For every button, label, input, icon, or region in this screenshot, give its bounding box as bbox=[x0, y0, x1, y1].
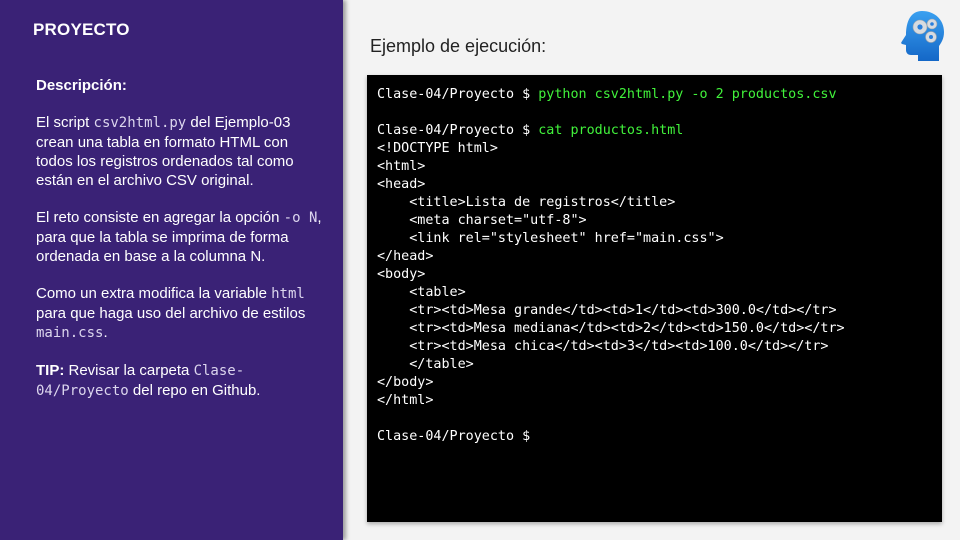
terminal-line: <body> bbox=[377, 266, 845, 284]
terminal-text: </body> bbox=[377, 375, 434, 390]
terminal-text: <title>Lista de registros</title> bbox=[377, 195, 676, 210]
terminal-line: <title>Lista de registros</title> bbox=[377, 194, 845, 212]
terminal-output: Clase-04/Proyecto $ python csv2html.py -… bbox=[377, 86, 845, 446]
tip-paragraph: TIP: Revisar la carpeta Clase-04/Proyect… bbox=[36, 362, 261, 399]
terminal-text: <tr><td>Mesa grande</td><td>1</td><td>30… bbox=[377, 303, 837, 318]
description-paragraph-2: El reto consiste en agregar la opción -o… bbox=[36, 209, 322, 265]
terminal-line: </html> bbox=[377, 392, 845, 410]
terminal-text: </html> bbox=[377, 393, 434, 408]
code-csv2html: csv2html.py bbox=[93, 115, 187, 131]
terminal-line: <link rel="stylesheet" href="main.css"> bbox=[377, 230, 845, 248]
sidebar-title: PROYECTO bbox=[33, 20, 130, 39]
description-paragraph-3: Como un extra modifica la variable html … bbox=[36, 285, 306, 341]
terminal-text: <html> bbox=[377, 159, 426, 174]
terminal-text: <!DOCTYPE html> bbox=[377, 141, 498, 156]
terminal-text: <tr><td>Mesa chica</td><td>3</td><td>100… bbox=[377, 339, 829, 354]
terminal-line: <!DOCTYPE html> bbox=[377, 140, 845, 158]
terminal-line: </head> bbox=[377, 248, 845, 266]
terminal-line: <meta charset="utf-8"> bbox=[377, 212, 845, 230]
terminal-prompt: Clase-04/Proyecto $ bbox=[377, 429, 539, 444]
description-block: Descripción: El script csv2html.py del E… bbox=[36, 76, 326, 419]
terminal-text: <body> bbox=[377, 267, 426, 282]
terminal-line: <head> bbox=[377, 176, 845, 194]
tip-label: TIP: bbox=[36, 362, 65, 379]
terminal-text: <head> bbox=[377, 177, 426, 192]
sidebar-panel: PROYECTO Descripción: El script csv2html… bbox=[0, 0, 343, 540]
terminal-prompt: Clase-04/Proyecto $ bbox=[377, 123, 539, 138]
code-main-css: main.css bbox=[36, 325, 104, 341]
terminal-line: </table> bbox=[377, 356, 845, 374]
terminal-text: <tr><td>Mesa mediana</td><td>2</td><td>1… bbox=[377, 321, 845, 336]
terminal-text: </head> bbox=[377, 249, 434, 264]
description-heading: Descripción: bbox=[36, 77, 127, 94]
code-option: -o N bbox=[283, 210, 318, 226]
terminal-line: <html> bbox=[377, 158, 845, 176]
terminal-line: Clase-04/Proyecto $ cat productos.html bbox=[377, 122, 845, 140]
code-html-var: html bbox=[271, 286, 305, 302]
terminal-line: Clase-04/Proyecto $ bbox=[377, 428, 845, 446]
terminal-command: cat productos.html bbox=[538, 123, 684, 138]
example-title: Ejemplo de ejecución: bbox=[370, 36, 547, 56]
terminal-text: <table> bbox=[377, 285, 466, 300]
terminal-line: Clase-04/Proyecto $ python csv2html.py -… bbox=[377, 86, 845, 104]
description-paragraph-1: El script csv2html.py del Ejemplo-03 cre… bbox=[36, 114, 294, 189]
terminal-prompt: Clase-04/Proyecto $ bbox=[377, 87, 539, 102]
terminal-command: python csv2html.py -o 2 productos.csv bbox=[538, 87, 837, 102]
terminal-line: </body> bbox=[377, 374, 845, 392]
terminal-line: <tr><td>Mesa grande</td><td>1</td><td>30… bbox=[377, 302, 845, 320]
terminal-text: <link rel="stylesheet" href="main.css"> bbox=[377, 231, 724, 246]
terminal-line: <table> bbox=[377, 284, 845, 302]
terminal-line: <tr><td>Mesa chica</td><td>3</td><td>100… bbox=[377, 338, 845, 356]
terminal-line: <tr><td>Mesa mediana</td><td>2</td><td>1… bbox=[377, 320, 845, 338]
head-with-gears-icon bbox=[901, 11, 944, 61]
terminal-window: Clase-04/Proyecto $ python csv2html.py -… bbox=[367, 75, 942, 522]
terminal-text: </table> bbox=[377, 357, 474, 372]
terminal-text: <meta charset="utf-8"> bbox=[377, 213, 587, 228]
